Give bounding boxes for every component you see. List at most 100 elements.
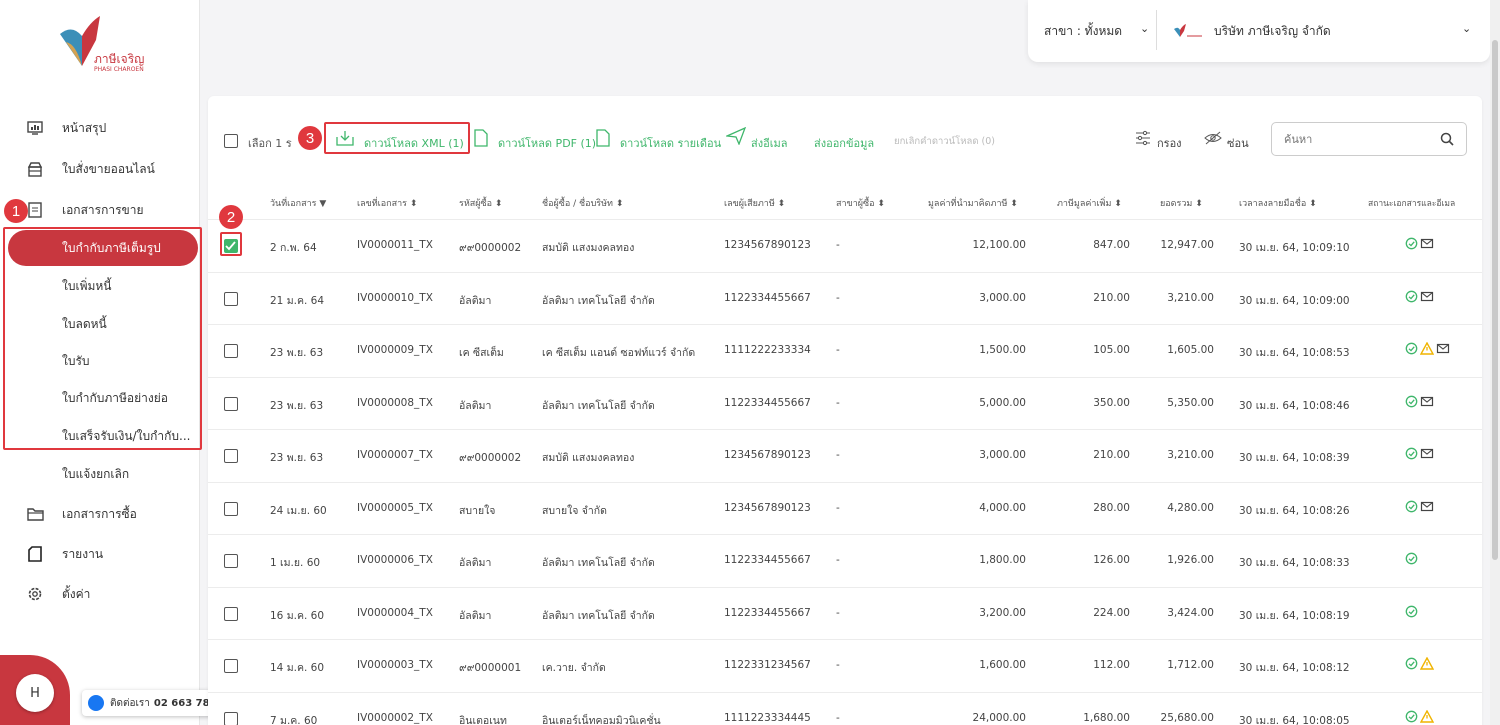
- cell-base: 24,000.00: [972, 711, 1026, 724]
- row-checkbox[interactable]: [224, 711, 238, 725]
- success-check-icon[interactable]: [1405, 290, 1418, 306]
- table-row[interactable]: 23 พ.ย. 63 IV0000008_TX อัลติมา อัลติมา เทค…: [208, 376, 1482, 429]
- email-sent-icon[interactable]: [1420, 237, 1434, 253]
- cancel-download-button[interactable]: ยกเลิกคำดาวน์โหลด (0): [894, 134, 995, 149]
- search-icon[interactable]: [1440, 132, 1454, 149]
- warning-icon[interactable]: [1419, 341, 1435, 358]
- cell-name: อัลติมา เทคโนโลยี จำกัด: [542, 557, 655, 569]
- row-checkbox[interactable]: [224, 344, 238, 358]
- row-checkbox[interactable]: [224, 291, 238, 306]
- table-row[interactable]: 23 พ.ย. 63 IV0000009_TX เค ซีสเต็ม เค ซีสเต…: [208, 324, 1482, 376]
- cell-code: สบายใจ: [459, 504, 496, 517]
- chevron-down-icon[interactable]: ⌄: [1462, 22, 1471, 35]
- status-icons: [1405, 447, 1434, 463]
- row-checkbox[interactable]: [224, 396, 238, 411]
- sidebar-item-label: หน้าสรุป: [62, 120, 107, 135]
- email-sent-icon[interactable]: [1420, 447, 1434, 463]
- sidebar: ภาษีเจริญ PHASI CHAROEN หน้าสรุป ใบสั่งข…: [0, 0, 202, 725]
- email-sent-icon[interactable]: [1436, 342, 1450, 358]
- table-row[interactable]: 24 เม.ย. 60 IV0000005_TX สบายใจ สบายใจ จำกั…: [208, 481, 1482, 534]
- cell-vat: 112.00: [1093, 659, 1130, 671]
- table-row[interactable]: 23 พ.ย. 63 IV0000007_TX ๙๙0000002 สมบัติ แส…: [208, 429, 1482, 481]
- sidebar-item-online-orders[interactable]: ใบสั่งขายออนไลน์: [0, 151, 200, 187]
- column-header-doc-number[interactable]: เลขที่เอกสาร ⬍: [357, 196, 417, 210]
- column-header-vat[interactable]: ภาษีมูลค่าเพิ่ม ⬍: [1057, 196, 1122, 210]
- messenger-icon: [88, 695, 104, 711]
- table-row[interactable]: 14 ม.ค. 60 IV0000003_TX ๙๙0000001 เค.วาย. จ…: [208, 639, 1482, 691]
- download-monthly-button[interactable]: ดาวน์โหลด รายเดือน: [620, 134, 721, 152]
- column-header-taxable-amount[interactable]: มูลค่าที่นำมาคิดภาษี ⬍: [928, 196, 1018, 210]
- cell-doc: IV0000004_TX: [357, 606, 433, 619]
- cell-vat: 1,680.00: [1083, 711, 1130, 724]
- sidebar-item-cancellation-notice[interactable]: ใบแจ้งยกเลิก: [0, 456, 200, 492]
- cell-total: 3,424.00: [1167, 606, 1214, 619]
- select-all-checkbox[interactable]: [224, 134, 238, 148]
- table-row[interactable]: 7 ม.ค. 60 IV0000002_TX อินเตอเนท อินเตอร์เน…: [208, 691, 1482, 725]
- cell-tax: 1234567890123: [724, 501, 811, 514]
- search-input[interactable]: [1271, 122, 1467, 156]
- success-check-icon[interactable]: [1405, 657, 1418, 673]
- export-data-button[interactable]: ส่งออกข้อมูล: [814, 134, 874, 152]
- warning-icon[interactable]: [1419, 709, 1435, 725]
- success-check-icon[interactable]: [1405, 552, 1418, 568]
- sidebar-item-reports[interactable]: รายงาน: [0, 536, 200, 572]
- column-header-signed-time[interactable]: เวลาลงลายมือชื่อ ⬍: [1239, 196, 1317, 210]
- email-sent-icon[interactable]: [1420, 500, 1434, 516]
- column-header-buyer-name[interactable]: ชื่อผู้ซื้อ / ชื่อบริษัท ⬍: [542, 196, 623, 210]
- scrollbar-thumb[interactable]: [1492, 40, 1498, 560]
- filter-button[interactable]: กรอง: [1157, 134, 1182, 152]
- success-check-icon[interactable]: [1405, 500, 1418, 516]
- cell-signed: 30 เม.ย. 64, 10:09:00: [1239, 294, 1350, 307]
- hide-columns-button[interactable]: ซ่อน: [1227, 134, 1249, 152]
- sidebar-item-purchase-documents[interactable]: เอกสารการซื้อ: [0, 496, 200, 532]
- cell-branch: -: [836, 554, 840, 566]
- cell-tax: 1122334455667: [724, 554, 811, 566]
- email-sent-icon[interactable]: [1420, 395, 1434, 411]
- chevron-down-icon[interactable]: ⌄: [1140, 22, 1149, 35]
- cell-signed: 30 เม.ย. 64, 10:08:39: [1239, 452, 1350, 464]
- cell-code: อัลติมา: [459, 294, 492, 307]
- cell-date: 1 เม.ย. 60: [270, 557, 321, 569]
- status-icons: [1405, 605, 1418, 621]
- download-pdf-button[interactable]: ดาวน์โหลด PDF (1): [498, 134, 596, 152]
- sidebar-item-sales-documents[interactable]: เอกสารการขาย: [0, 192, 200, 228]
- cell-base: 1,800.00: [979, 554, 1026, 566]
- table-toolbar: เลือก 1 ร ดาวน์โหลด XML (1) ดาวน์โหลด PD…: [208, 96, 1482, 182]
- success-check-icon[interactable]: [1405, 710, 1418, 725]
- column-header-buyer-branch[interactable]: สาขาผู้ซื้อ ⬍: [836, 196, 885, 210]
- cell-vat: 224.00: [1093, 606, 1130, 619]
- column-header-tax-id[interactable]: เลขผู้เสียภาษี ⬍: [724, 196, 785, 210]
- row-checkbox[interactable]: [224, 501, 238, 516]
- success-check-icon[interactable]: [1405, 342, 1418, 358]
- user-avatar[interactable]: H: [16, 674, 54, 712]
- success-check-icon[interactable]: [1405, 605, 1418, 621]
- branch-selector[interactable]: สาขา : ทั้งหมด: [1044, 22, 1122, 41]
- cell-doc: IV0000002_TX: [357, 711, 433, 724]
- row-checkbox[interactable]: [224, 554, 238, 568]
- cell-base: 3,000.00: [979, 449, 1026, 461]
- filter-icon: [1135, 130, 1151, 149]
- row-checkbox[interactable]: [224, 606, 238, 621]
- status-icons: [1405, 656, 1435, 673]
- company-selector[interactable]: บริษัท ภาษีเจริญ จำกัด: [1214, 22, 1331, 41]
- success-check-icon[interactable]: [1405, 237, 1418, 253]
- sidebar-item-dashboard[interactable]: หน้าสรุป: [0, 110, 200, 146]
- table-row[interactable]: 2 ก.พ. 64 IV0000011_TX ๙๙0000002 สมบัติ แสง…: [208, 219, 1482, 271]
- column-header-date[interactable]: วันที่เอกสาร ▼: [270, 196, 326, 210]
- email-sent-icon[interactable]: [1420, 290, 1434, 306]
- table-row[interactable]: 21 ม.ค. 64 IV0000010_TX อัลติมา อัลติมา เทค…: [208, 271, 1482, 324]
- table-row[interactable]: 1 เม.ย. 60 IV0000006_TX อัลติมา อัลติมา เทค…: [208, 534, 1482, 586]
- table-row[interactable]: 16 ม.ค. 60 IV0000004_TX อัลติมา อัลติมา เทค…: [208, 586, 1482, 639]
- company-logo[interactable]: ภาษีเจริญ PHASI CHAROEN: [52, 14, 152, 74]
- send-email-button[interactable]: ส่งอีเมล: [751, 134, 787, 152]
- top-bar: สาขา : ทั้งหมด ⌄ บริษัท ภาษีเจริญ จำกัด …: [1028, 0, 1490, 62]
- row-checkbox[interactable]: [224, 449, 238, 463]
- column-header-buyer-code[interactable]: รหัสผู้ซื้อ ⬍: [459, 196, 502, 210]
- success-check-icon[interactable]: [1405, 395, 1418, 411]
- success-check-icon[interactable]: [1405, 447, 1418, 463]
- column-header-total[interactable]: ยอดรวม ⬍: [1160, 196, 1203, 210]
- sidebar-item-settings[interactable]: ตั้งค่า: [0, 576, 200, 612]
- logo-subtext: PHASI CHAROEN: [94, 66, 144, 73]
- row-checkbox[interactable]: [224, 659, 238, 673]
- warning-icon[interactable]: [1419, 656, 1435, 673]
